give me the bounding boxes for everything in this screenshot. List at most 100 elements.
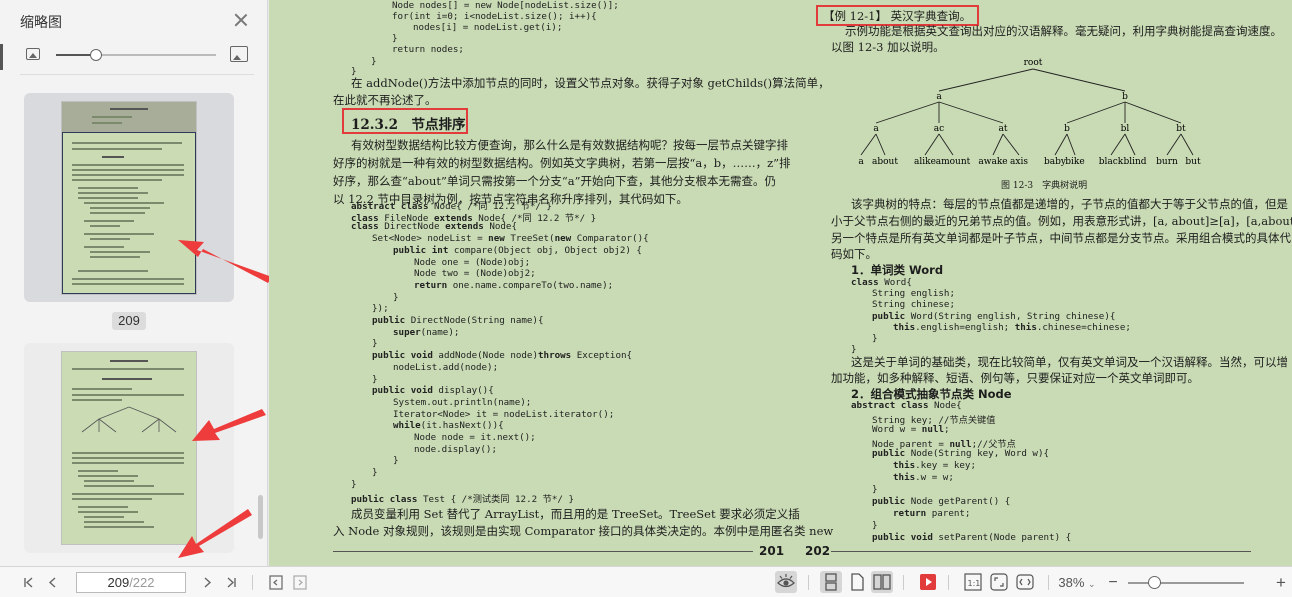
code-line: } xyxy=(371,56,377,67)
zoom-slider-thumb[interactable] xyxy=(1147,576,1161,589)
code-line: this.english=english; this.chinese=chine… xyxy=(893,321,1131,333)
code-line: for(int i=0; i<nodeList.size(); i++){ xyxy=(392,11,597,22)
thumbnail-image xyxy=(62,102,196,294)
tree-edge xyxy=(860,133,877,156)
figure-caption: 图 12-3 字典树说明 xyxy=(1001,181,1088,191)
single-page-button[interactable] xyxy=(846,571,868,593)
bottom-toolbar: 209/222 1:1 38% ⌄ − + xyxy=(0,566,1292,597)
tree-edge xyxy=(938,133,954,156)
code-line: return parent; xyxy=(893,508,971,519)
tree-leaf-label: about xyxy=(872,157,898,167)
page-number: 202 xyxy=(805,544,831,558)
tree-edge xyxy=(1066,101,1126,124)
tree-leaf-label: axis xyxy=(1010,157,1028,167)
fit-width-button[interactable] xyxy=(1014,571,1036,593)
paragraph-line: 好序，那么查“about”单词只需按第一个分支“a”开始向下查，其他分支根本无需… xyxy=(333,174,777,188)
code-line: public class Test { /*测试类同 12.2 节*/ } xyxy=(351,493,574,505)
code-line: Node two = (Node)obj2; xyxy=(414,268,536,280)
tree-node-label: bl xyxy=(1121,124,1130,134)
paragraph-line: 成员变量利用 Set 替代了 ArrayList，而且用的是 TreeSet。T… xyxy=(351,507,800,521)
two-page-icon xyxy=(873,574,891,590)
fit-width-icon xyxy=(1016,574,1034,590)
tree-edge xyxy=(1166,133,1182,156)
footer-rule xyxy=(333,551,753,552)
tree-node-label: a xyxy=(873,124,879,134)
section-title: 12.3.2 节点排序 xyxy=(351,117,466,133)
tree-edge xyxy=(1054,133,1068,156)
zoom-out-icon[interactable]: − xyxy=(1107,573,1119,592)
thumbnail-page-209[interactable] xyxy=(24,93,234,302)
tree-leaf-label: amount xyxy=(936,157,971,167)
dictionary-tree-figure: roota baa aboutacalike amountatawake axisbba… xyxy=(858,58,1201,167)
code-line: public Node(String key, Word w){ xyxy=(872,448,1050,459)
paragraph-line: 加功能，如多种解释、短语、例句等，只要保证对应一个英文单词即可。 xyxy=(831,371,1199,385)
history-back-icon[interactable] xyxy=(268,573,284,592)
toolbar-separator xyxy=(948,575,949,590)
tree-node-label: ac xyxy=(934,124,944,134)
code-line: Set<Node> nodeList = new TreeSet(new Com… xyxy=(372,233,649,245)
code-line: Node nodes[] = new Node[nodeList.size()]… xyxy=(392,0,619,11)
pdf-reader-window: 缩略图 209 Node nodes[] = new Node[nodeList… xyxy=(0,0,1292,597)
code-line: public void display(){ xyxy=(372,385,494,397)
page-number-input[interactable]: 209/222 xyxy=(76,572,186,593)
history-forward-icon[interactable] xyxy=(292,573,308,592)
code-line: } xyxy=(393,291,399,303)
code-line: super(name); xyxy=(393,326,460,338)
sidebar-scrollbar[interactable] xyxy=(258,495,263,539)
continuous-scroll-icon xyxy=(825,573,837,591)
two-page-button[interactable] xyxy=(871,571,893,593)
code-line: } xyxy=(351,478,357,490)
small-image-icon[interactable] xyxy=(26,48,40,60)
tree-node-label: b xyxy=(1064,124,1070,134)
tree-edge xyxy=(875,101,940,124)
close-icon[interactable] xyxy=(233,12,249,28)
fit-page-button[interactable] xyxy=(988,571,1010,593)
thumbnail-size-slider-thumb[interactable] xyxy=(90,49,102,61)
code-line: nodes[i] = nodeList.get(i); xyxy=(413,22,563,33)
code-line: Node node = it.next(); xyxy=(414,432,536,443)
code-line: public int compare(Object obj, Object ob… xyxy=(393,244,642,256)
tree-leaf-label: blind xyxy=(1123,157,1146,167)
first-page-icon[interactable] xyxy=(22,573,36,592)
code-line: public void setParent(Node parent) { xyxy=(872,532,1072,543)
tree-root-label: root xyxy=(1024,58,1043,68)
zoom-level: 38% xyxy=(1058,575,1085,590)
actual-size-button[interactable]: 1:1 xyxy=(962,571,984,593)
continuous-scroll-button[interactable] xyxy=(820,571,842,593)
prev-page-icon[interactable] xyxy=(46,573,60,592)
code-line: System.out.println(name); xyxy=(393,396,532,408)
subsection-title: 1．单词类 Word xyxy=(851,263,944,277)
code-line: this.key = key; xyxy=(893,460,976,471)
tree-node-label: b xyxy=(1122,92,1128,102)
tree-edge xyxy=(1124,101,1182,124)
code-line: return one.name.compareTo(two.name); xyxy=(414,279,614,291)
svg-text:1:1: 1:1 xyxy=(968,579,981,588)
document-view[interactable]: Node nodes[] = new Node[nodeList.size()]… xyxy=(269,0,1292,566)
tree-node-label: a xyxy=(936,92,942,102)
zoom-level-dropdown[interactable]: 38% ⌄ xyxy=(1058,573,1096,592)
code-line: } xyxy=(872,333,878,344)
eye-icon-box[interactable] xyxy=(775,571,797,593)
tree-edge xyxy=(1032,68,1126,92)
paragraph-line: 有效树型数据结构比较方便查询，那么什么是有效数据结构呢？按每一层节点关键字排 xyxy=(351,138,788,152)
play-button[interactable] xyxy=(917,571,939,593)
eye-icon xyxy=(777,574,795,588)
paragraph-line: 另一个特点是所有英文单词都是叶子节点，中间节点都是分支节点。采用组合模式的具体代 xyxy=(831,231,1291,245)
code-line: nodeList.add(node); xyxy=(393,361,499,373)
thumbnail-size-slider[interactable] xyxy=(56,49,216,61)
thumbnail-page-210[interactable] xyxy=(24,343,234,553)
zoom-in-icon[interactable]: + xyxy=(1274,573,1288,592)
code-line: this.w = w; xyxy=(893,472,954,483)
play-icon xyxy=(920,574,936,590)
paragraph-line: 好序的树就是一种有效的树型数据结构。例如英文字典树，若第一层按“a，b，……，z… xyxy=(333,156,791,170)
code-line: String english; xyxy=(872,288,955,300)
toolbar-separator xyxy=(903,575,904,590)
large-image-icon[interactable] xyxy=(230,46,248,62)
last-page-icon[interactable] xyxy=(224,573,238,592)
zoom-slider[interactable] xyxy=(1128,576,1244,589)
sidebar-active-tab-indicator xyxy=(0,44,3,70)
paragraph-line: 在 addNode()方法中添加节点的同时，设置父节点对象。获得子对象 getC… xyxy=(351,76,830,90)
tree-edge xyxy=(938,68,1034,92)
next-page-icon[interactable] xyxy=(200,573,214,592)
chevron-down-icon: ⌄ xyxy=(1088,579,1096,589)
